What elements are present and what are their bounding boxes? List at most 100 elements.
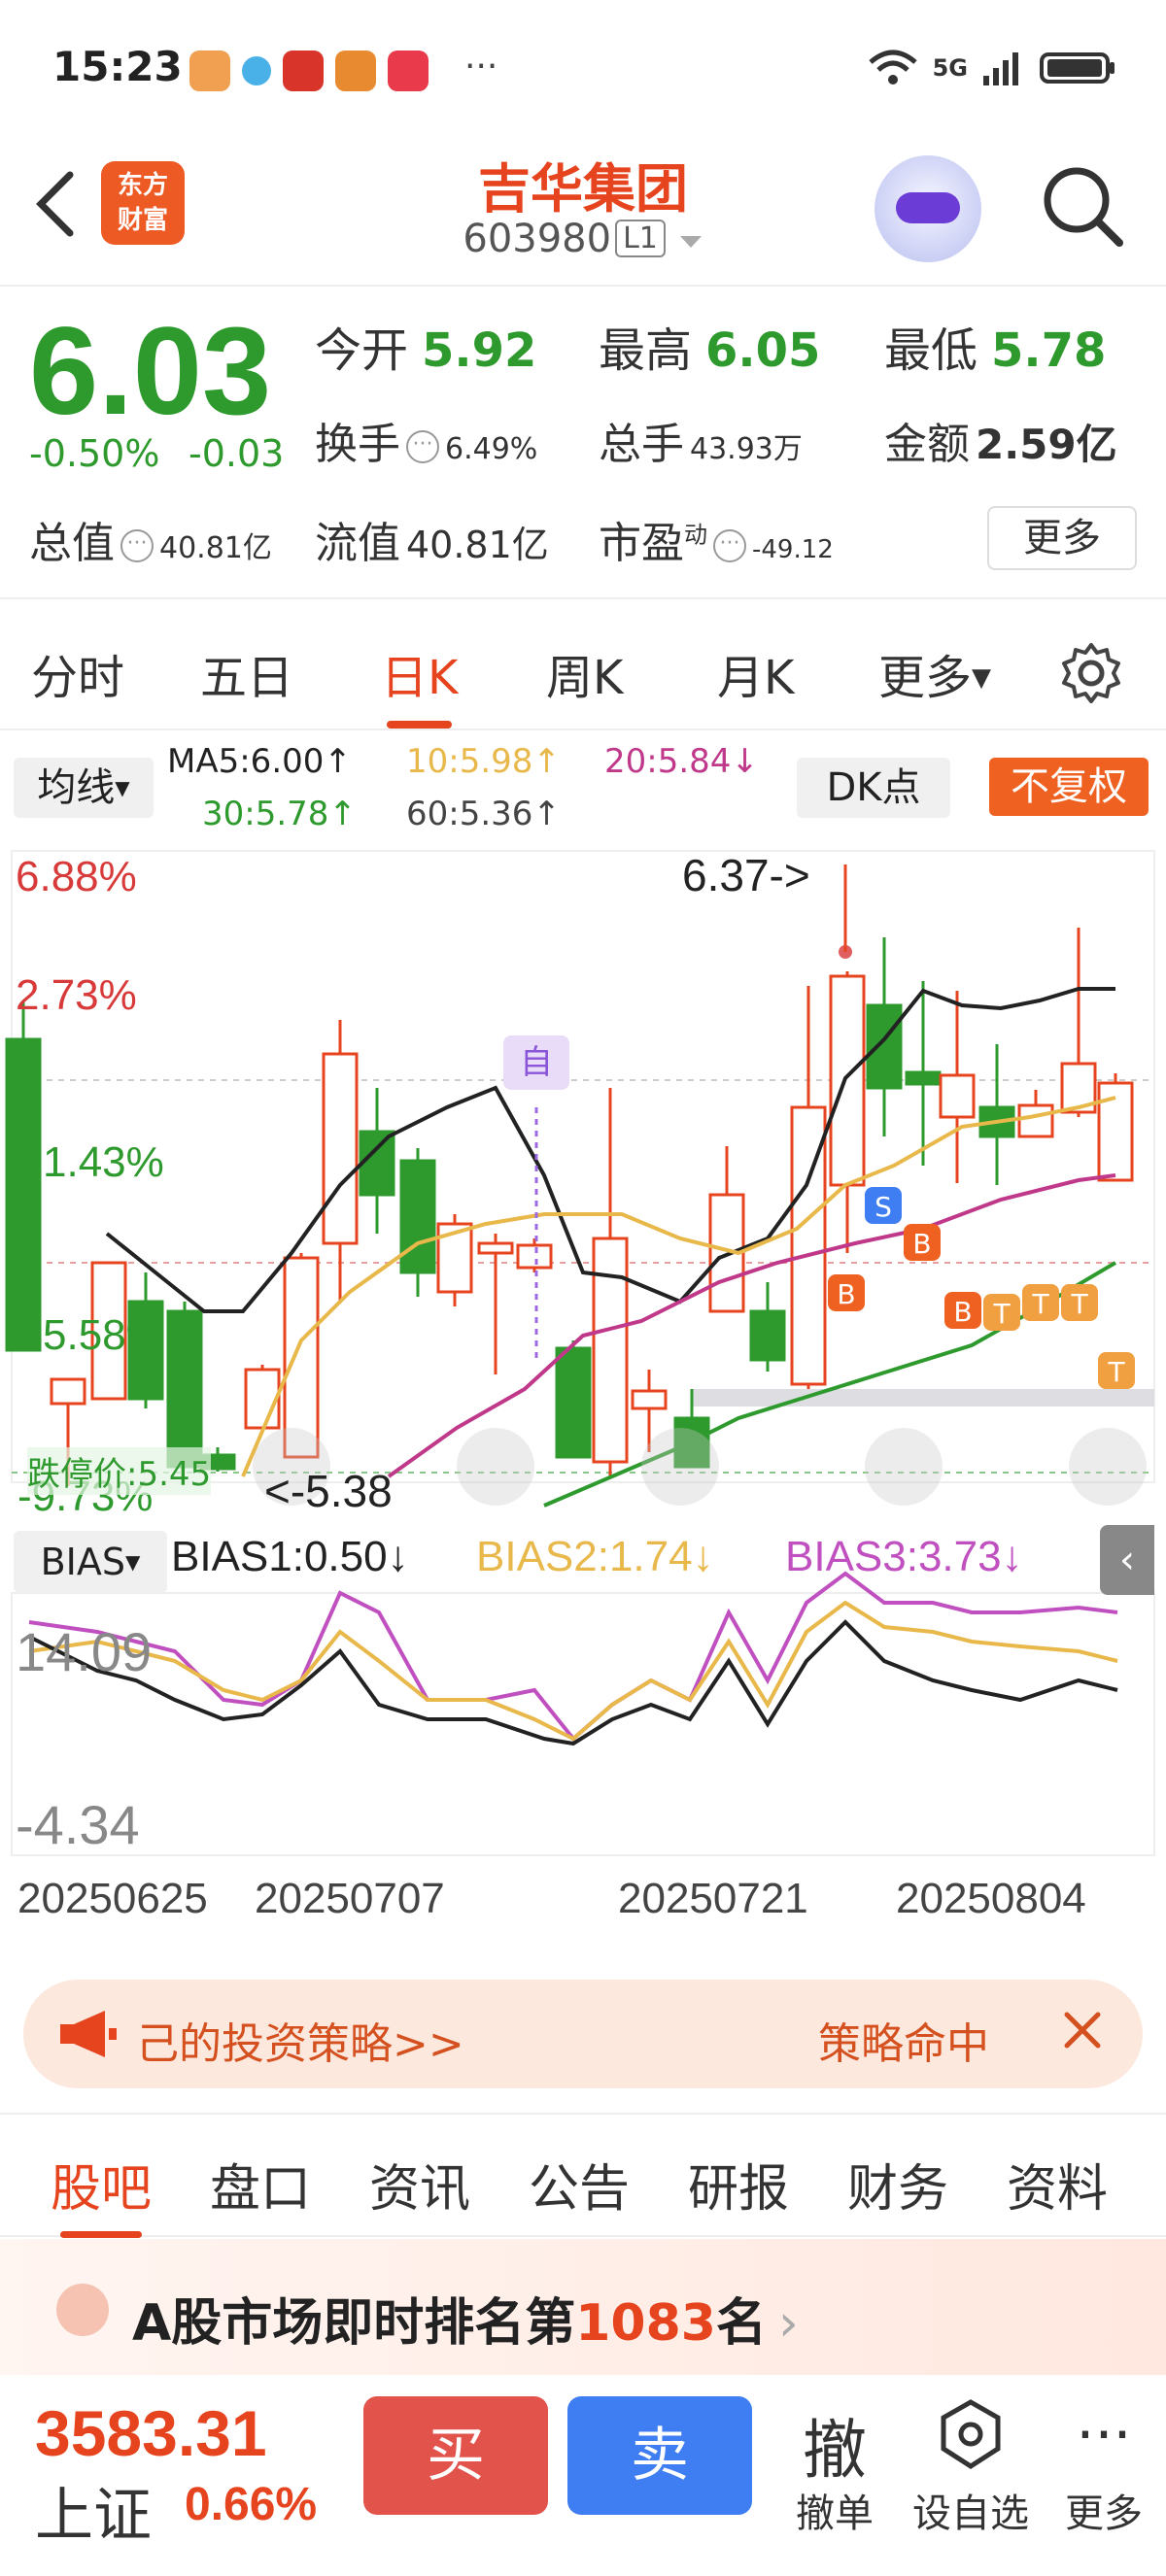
index-name[interactable]: 上证: [35, 2468, 152, 2553]
quote-more-button[interactable]: 更多: [987, 506, 1137, 570]
self-select-tag[interactable]: 自: [503, 1035, 569, 1090]
tab-weekly-k-label: 周K: [546, 651, 624, 705]
open-label: 今开: [315, 323, 409, 378]
stock-code-row[interactable]: 603980 L1: [0, 217, 1166, 261]
no-adjust-button[interactable]: 不复权: [989, 758, 1149, 816]
bias3-value: BIAS3:3.73↓: [785, 1533, 1023, 1580]
change-amount: -0.03: [189, 432, 285, 475]
bias-indicator-row: BIAS▼ BIAS1:0.50↓ BIAS2:1.74↓ BIAS3:3.73…: [0, 1523, 1166, 1601]
rank-text: A股市场即时排名第1083名 ›: [132, 2282, 799, 2355]
add-watchlist-label: 设自选: [912, 2491, 1029, 2536]
rank-suffix: 名: [715, 2294, 767, 2353]
status-time: 15:23: [52, 43, 183, 90]
tab-monthly-k[interactable]: 月K: [717, 639, 794, 707]
strategy-banner[interactable]: 己的投资策略>> 策略命中: [23, 1980, 1143, 2088]
chart-nav-circle: [641, 1428, 719, 1506]
more-actions-button[interactable]: ··· 更多: [1057, 2398, 1150, 2538]
candle-down: [166, 1309, 203, 1469]
ma-button-label: 均线: [37, 765, 116, 810]
candle-up: [322, 1052, 359, 1245]
app-notification-icon: [189, 51, 230, 91]
ma10-value: 10:5.98↑: [406, 742, 561, 781]
tab-intraday[interactable]: 分时: [31, 639, 124, 707]
info-icon[interactable]: ···: [713, 529, 746, 562]
trade-bar: 3583.31 上证 0.66% 买 卖 撤 撤单 设自选 ··· 更多: [0, 2375, 1166, 2576]
tab-pankou-label: 盘口: [210, 2160, 312, 2219]
tab-daily-k[interactable]: 日K: [381, 639, 459, 729]
mktcap-item: 总值 ··· 40.81亿: [29, 508, 272, 570]
index-value[interactable]: 3583.31: [35, 2396, 267, 2470]
chart-nav-circle: [1069, 1428, 1147, 1506]
bias-selector-button[interactable]: BIAS▼: [14, 1531, 167, 1593]
candle-up: [1017, 1103, 1054, 1138]
tab-more[interactable]: 更多▼: [878, 639, 991, 707]
candle-down: [555, 1346, 592, 1459]
settings-gear-icon[interactable]: [1059, 641, 1123, 705]
ma30-value: 30:5.78↑: [202, 795, 357, 833]
tab-research[interactable]: 研报: [688, 2148, 789, 2220]
high-item: 最高 6.05: [599, 312, 820, 380]
tab-announcement[interactable]: 公告: [529, 2148, 630, 2220]
tab-finance[interactable]: 财务: [847, 2148, 948, 2220]
sell-button[interactable]: 卖: [567, 2396, 752, 2515]
signal-label: T: [992, 1298, 1011, 1330]
cancel-order-button[interactable]: 撤 撤单: [791, 2398, 878, 2538]
limit-down-label: 跌停价:5.45: [27, 1447, 212, 1495]
close-icon[interactable]: [1053, 2001, 1112, 2059]
buy-button[interactable]: 买: [363, 2396, 548, 2515]
amount-value: 2.59亿: [976, 421, 1117, 468]
info-icon[interactable]: ···: [120, 529, 154, 562]
tab-news[interactable]: 资讯: [369, 2148, 470, 2220]
ma20-value: 20:5.84↓: [604, 742, 759, 781]
collapse-panel-button[interactable]: ‹: [1100, 1525, 1154, 1595]
assistant-robot-icon[interactable]: [874, 155, 981, 262]
banner-hit-text: 策略命中: [818, 2019, 989, 2069]
low-label: 最低: [884, 323, 978, 378]
tab-finance-label: 财务: [847, 2160, 949, 2219]
add-watchlist-button[interactable]: 设自选: [908, 2398, 1034, 2538]
bias-min-label: -4.34: [16, 1794, 140, 1855]
kline-chart-area[interactable]: SBBBTTTT: [0, 845, 1166, 1952]
kline-tabs: 分时 五日 日K 周K 月K 更多▼: [0, 602, 1166, 730]
tab-pankou[interactable]: 盘口: [210, 2148, 311, 2220]
candle-up: [477, 1241, 514, 1255]
info-icon[interactable]: ···: [406, 430, 439, 463]
ma60-value: 60:5.36↑: [406, 795, 561, 833]
tab-announcement-label: 公告: [529, 2160, 631, 2219]
caret-down-icon: ▼: [972, 663, 992, 693]
kline-chart[interactable]: SBBB T T TT: [0, 845, 1166, 1875]
tab-news-label: 资讯: [369, 2160, 471, 2219]
turnover-item: 换手 ··· 6.49%: [315, 409, 537, 471]
date-label: 20250721: [618, 1875, 808, 1922]
tab-daily-k-label: 日K: [381, 651, 459, 705]
signal-label: S: [874, 1191, 892, 1223]
tab-monthly-k-label: 月K: [717, 651, 795, 705]
tab-research-label: 研报: [688, 2160, 790, 2219]
pe-label: 市盈: [599, 519, 684, 568]
market-rank-row[interactable]: A股市场即时排名第1083名 ›: [0, 2239, 1166, 2375]
tab-guba[interactable]: 股吧: [51, 2148, 152, 2238]
bias2-value: BIAS2:1.74↓: [476, 1533, 714, 1580]
search-icon[interactable]: [1038, 161, 1127, 251]
tab-five-day[interactable]: 五日: [200, 639, 293, 707]
candle-up: [939, 1073, 976, 1119]
date-label: 20250707: [255, 1875, 445, 1922]
ma-selector-button[interactable]: 均线▼: [14, 758, 154, 818]
bias2-line: [28, 1600, 1118, 1742]
dropdown-icon: [679, 236, 702, 248]
signal-label: B: [837, 1278, 855, 1310]
active-tab-indicator: [387, 721, 453, 729]
dk-point-button[interactable]: DK点: [797, 758, 950, 818]
app-notification-icon: [335, 51, 376, 91]
signal-label: B: [912, 1228, 931, 1260]
stock-code: 603980: [463, 217, 612, 261]
mktcap-label: 总值: [29, 519, 115, 568]
low-item: 最低 5.78: [884, 312, 1106, 380]
app-notification-icon: [242, 56, 271, 85]
ma-indicator-row: 均线▼ MA5:6.00↑ 10:5.98↑ 20:5.84↓ 30:5.78↑…: [0, 734, 1166, 841]
turnover-label: 换手: [315, 420, 400, 469]
bias1-line: [28, 1619, 1118, 1746]
tab-profile[interactable]: 资料: [1007, 2148, 1108, 2220]
more-notifications-icon: ···: [464, 47, 498, 86]
tab-weekly-k[interactable]: 周K: [546, 639, 623, 707]
